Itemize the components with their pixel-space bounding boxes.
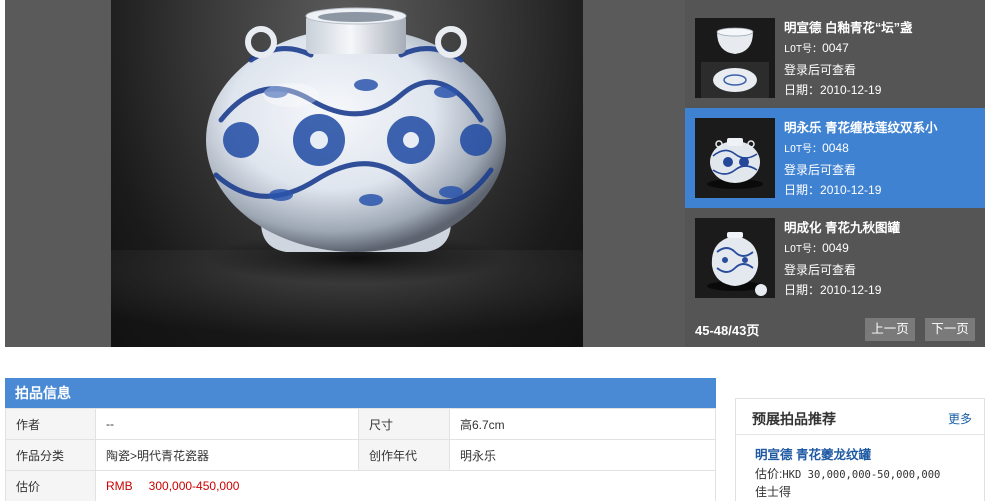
lot-title: 明成化 青花九秋图罐 xyxy=(784,221,900,235)
preview-recommendations: 预展拍品推荐 更多 明宣德 青花夔龙纹罐 估价:HKD 30,000,000-5… xyxy=(735,398,985,501)
author-value: -- xyxy=(95,408,359,440)
lot-login-note: 登录后可查看 xyxy=(784,63,857,77)
lot-date: 日期：2010-12-19 xyxy=(784,183,882,197)
table-row: 估价 RMB 300,000-450,000 xyxy=(5,470,716,501)
category-value: 陶瓷>明代青花瓷器 xyxy=(95,439,359,471)
table-row: 作品分类 陶瓷>明代青花瓷器 创作年代 明永乐 xyxy=(5,439,716,471)
lot-info: 明成化 青花九秋图罐 LOT号：0049 登录后可查看 日期：2010-12-1… xyxy=(784,218,984,300)
author-label: 作者 xyxy=(5,408,96,440)
recommend-item: 明宣德 青花夔龙纹罐 估价:HKD 30,000,000-50,000,000 … xyxy=(755,447,980,499)
previous-page-button[interactable]: 上一页 xyxy=(865,318,915,341)
lot-number: LOT号：0047 xyxy=(784,41,849,55)
recommend-item-estimate: 估价:HKD 30,000,000-50,000,000 xyxy=(755,467,941,481)
estimate-currency: RMB xyxy=(106,479,133,493)
recommend-title: 预展拍品推荐 xyxy=(752,411,836,427)
lot-number: LOT号：0049 xyxy=(784,241,849,255)
category-label: 作品分类 xyxy=(5,439,96,471)
lot-login-note: 登录后可查看 xyxy=(784,263,857,277)
lot-info: 明永乐 青花缠枝莲纹双系小 LOT号：0048 登录后可查看 日期：2010-1… xyxy=(784,118,984,200)
next-page-button[interactable]: 下一页 xyxy=(925,318,975,341)
auction-info-table: 作者 -- 尺寸 高6.7cm 作品分类 陶瓷>明代青花瓷器 创作年代 明永乐 … xyxy=(5,408,716,501)
page: 明宣德 白釉青花“坛”盏 LOT号：0047 登录后可查看 日期：2010-12… xyxy=(0,0,989,501)
lot-item-0048[interactable]: 明永乐 青花缠枝莲纹双系小 LOT号：0048 登录后可查看 日期：2010-1… xyxy=(685,108,985,208)
lot-thumbnail xyxy=(695,118,775,198)
recommend-item-title[interactable]: 明宣德 青花夔龙纹罐 xyxy=(755,447,980,464)
size-value: 高6.7cm xyxy=(449,408,716,440)
lot-item-0047[interactable]: 明宣德 白釉青花“坛”盏 LOT号：0047 登录后可查看 日期：2010-12… xyxy=(685,8,985,108)
lot-info: 明宣德 白釉青花“坛”盏 LOT号：0047 登录后可查看 日期：2010-12… xyxy=(784,18,984,100)
estimate-range: 300,000-450,000 xyxy=(148,479,240,493)
lot-item-0049[interactable]: 明成化 青花九秋图罐 LOT号：0049 登录后可查看 日期：2010-12-1… xyxy=(685,208,985,308)
period-value: 明永乐 xyxy=(449,439,716,471)
auction-info-section: 拍品信息 作者 -- 尺寸 高6.7cm 作品分类 陶瓷>明代青花瓷器 创作年代… xyxy=(5,378,716,501)
image-viewer: 明宣德 白釉青花“坛”盏 LOT号：0047 登录后可查看 日期：2010-12… xyxy=(5,0,985,347)
main-lot-image[interactable] xyxy=(111,0,583,347)
estimate-label: 估价 xyxy=(5,470,96,501)
recommend-item-result: 佳士得 xyxy=(755,485,792,499)
table-row: 作者 -- 尺寸 高6.7cm xyxy=(5,408,716,440)
lot-thumbnail xyxy=(695,18,775,98)
thumbnail-pager: 45-48/43页 上一页 下一页 xyxy=(685,310,985,347)
auction-info-heading: 拍品信息 xyxy=(5,378,716,408)
estimate-value: RMB 300,000-450,000 xyxy=(95,470,716,501)
lot-thumbnail xyxy=(695,218,775,298)
lot-date: 日期：2010-12-19 xyxy=(784,283,882,297)
lot-number: LOT号：0048 xyxy=(784,141,849,155)
more-link[interactable]: 更多 xyxy=(948,410,972,427)
lot-date: 日期：2010-12-19 xyxy=(784,83,882,97)
page-indicator: 45-48/43页 xyxy=(695,323,760,338)
recommend-header: 预展拍品推荐 更多 xyxy=(736,399,984,435)
lot-login-note: 登录后可查看 xyxy=(784,163,857,177)
size-label: 尺寸 xyxy=(358,408,450,440)
lot-title: 明宣德 白釉青花“坛”盏 xyxy=(784,21,913,35)
period-label: 创作年代 xyxy=(358,439,450,471)
lot-title: 明永乐 青花缠枝莲纹双系小 xyxy=(784,121,938,135)
lot-thumbnail-panel: 明宣德 白釉青花“坛”盏 LOT号：0047 登录后可查看 日期：2010-12… xyxy=(685,0,985,347)
